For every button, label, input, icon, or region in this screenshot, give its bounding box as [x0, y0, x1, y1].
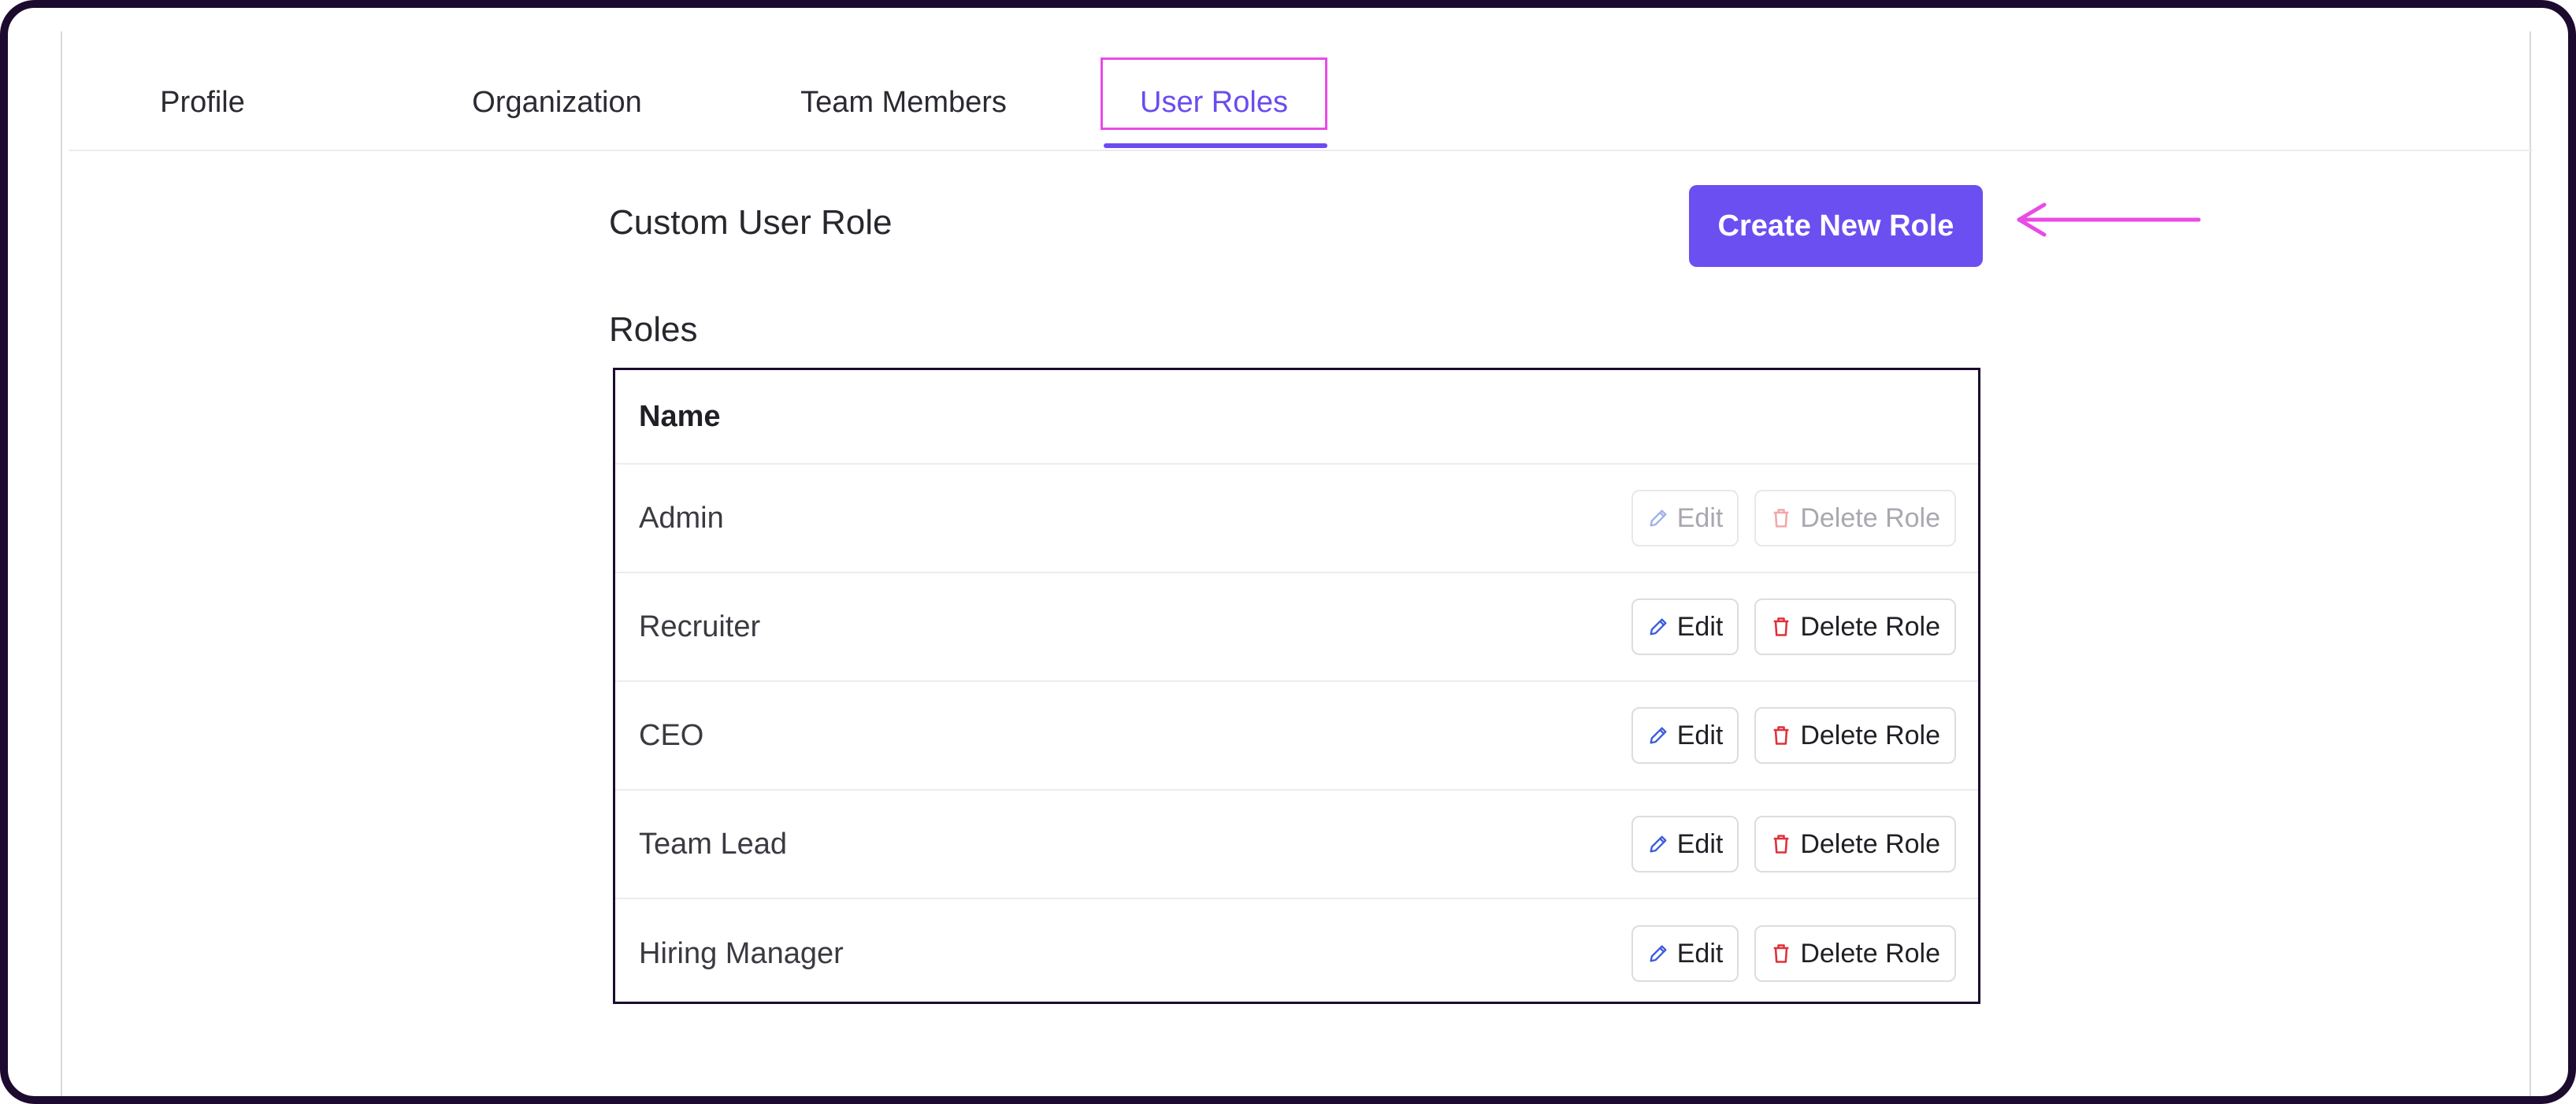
edit-label: Edit	[1676, 938, 1724, 969]
arrow-left-icon	[2017, 202, 2201, 237]
delete-label: Delete Role	[1800, 828, 1940, 859]
table-row: Recruiter Edit Delete Role	[615, 573, 1978, 682]
create-new-role-button[interactable]: Create New Role	[1689, 185, 1983, 267]
delete-role-button[interactable]: Delete Role	[1754, 925, 1956, 982]
tab-highlight-box	[1101, 57, 1327, 130]
trash-icon	[1774, 509, 1789, 528]
delete-label: Delete Role	[1800, 938, 1940, 969]
role-name: Admin	[639, 501, 724, 535]
edit-label: Edit	[1676, 611, 1724, 642]
delete-label: Delete Role	[1800, 720, 1940, 750]
table-row: CEO Edit Delete Role	[615, 682, 1978, 791]
tab-organization[interactable]: Organization	[439, 55, 675, 150]
table-row: Hiring Manager Edit Delete Role	[615, 899, 1978, 1008]
role-name: CEO	[639, 718, 704, 752]
pencil-icon	[1650, 945, 1667, 962]
table-row: Admin Edit Delete Role	[615, 465, 1978, 573]
role-name: Hiring Manager	[639, 936, 844, 970]
table-header-name: Name	[615, 370, 1978, 465]
trash-icon	[1774, 944, 1789, 963]
tab-team-members[interactable]: Team Members	[770, 55, 1037, 150]
pencil-icon	[1650, 835, 1667, 853]
row-actions: Edit Delete Role	[1631, 707, 1956, 764]
row-actions: Edit Delete Role	[1631, 490, 1956, 546]
role-name: Team Lead	[639, 827, 788, 861]
delete-role-button[interactable]: Delete Role	[1754, 816, 1956, 872]
table-row: Team Lead Edit Delete Role	[615, 791, 1978, 899]
tab-profile[interactable]: Profile	[132, 55, 273, 150]
trash-icon	[1774, 726, 1789, 745]
edit-button[interactable]: Edit	[1631, 490, 1739, 546]
edit-button[interactable]: Edit	[1631, 707, 1739, 764]
delete-label: Delete Role	[1800, 502, 1940, 533]
role-name: Recruiter	[639, 609, 761, 643]
pencil-icon	[1650, 727, 1667, 744]
app-frame: Profile Organization Team Members User R…	[0, 0, 2576, 1104]
row-actions: Edit Delete Role	[1631, 816, 1956, 872]
pencil-icon	[1650, 509, 1667, 527]
trash-icon	[1774, 835, 1789, 854]
row-actions: Edit Delete Role	[1631, 925, 1956, 982]
row-actions: Edit Delete Role	[1631, 598, 1956, 655]
edit-label: Edit	[1676, 502, 1724, 533]
edit-label: Edit	[1676, 720, 1724, 750]
edit-button[interactable]: Edit	[1631, 925, 1739, 982]
delete-role-button[interactable]: Delete Role	[1754, 707, 1956, 764]
edit-button[interactable]: Edit	[1631, 816, 1739, 872]
delete-label: Delete Role	[1800, 611, 1940, 642]
section-title: Custom User Role	[609, 203, 893, 242]
delete-role-button[interactable]: Delete Role	[1754, 490, 1956, 546]
roles-heading: Roles	[609, 310, 698, 349]
roles-table: Name Admin Edit Delete Role Recruiter Edit De…	[613, 368, 1980, 1004]
trash-icon	[1774, 617, 1789, 636]
active-tab-indicator	[1104, 143, 1327, 148]
pencil-icon	[1650, 618, 1667, 635]
edit-label: Edit	[1676, 828, 1724, 859]
edit-button[interactable]: Edit	[1631, 598, 1739, 655]
delete-role-button[interactable]: Delete Role	[1754, 598, 1956, 655]
